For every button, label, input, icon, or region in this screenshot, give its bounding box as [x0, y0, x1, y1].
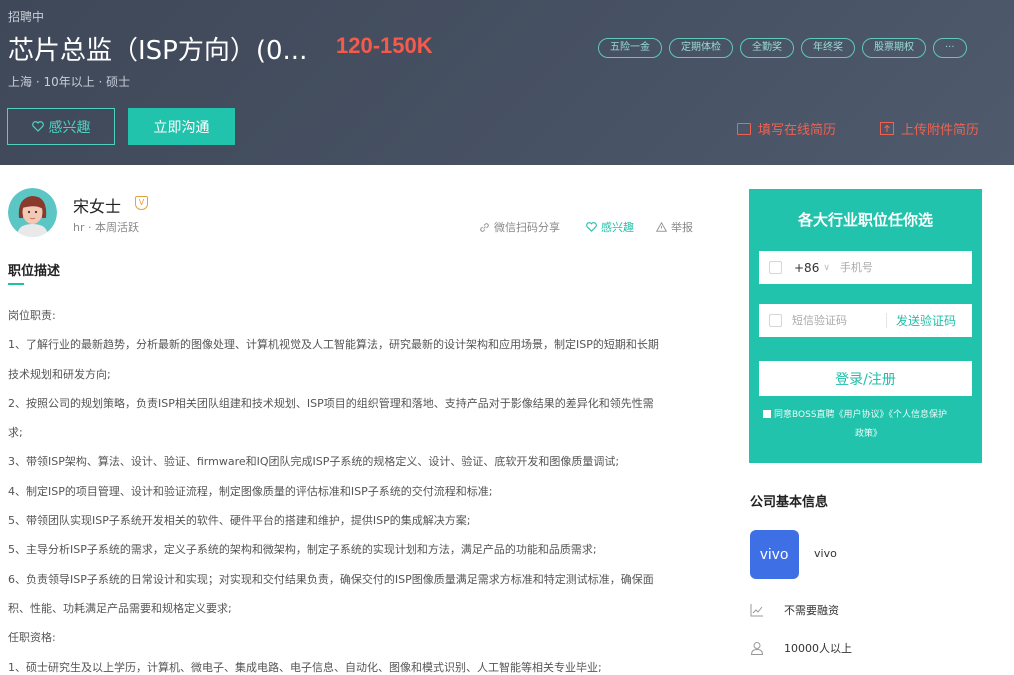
- person-icon: [750, 642, 764, 655]
- company-logo[interactable]: vivo: [750, 530, 799, 579]
- benefit-tag: 年终奖: [801, 38, 855, 58]
- job-header: 招聘中 芯片总监（ISP方向）(0... 120-150K 上海 · 10年以上…: [0, 0, 1014, 165]
- benefit-tags: 五险一金 定期体检 全勤奖 年终奖 股票期权 ···: [598, 38, 967, 58]
- chart-trend-icon: [750, 604, 763, 617]
- login-register-button[interactable]: 登录/注册: [759, 361, 972, 396]
- financing-label: 不需要融资: [784, 604, 839, 617]
- field-divider: [886, 313, 887, 328]
- salary: 120-150K: [336, 33, 433, 58]
- benefit-tag: 股票期权: [862, 38, 926, 58]
- company-financing: 不需要融资: [750, 602, 839, 618]
- description-line: 1、了解行业的最新趋势，分析最新的图像处理、计算机视觉及人工智能算法，研究最新的…: [8, 338, 659, 352]
- resume-form-icon: [737, 122, 751, 135]
- upload-resume-link[interactable]: 上传附件简历: [880, 119, 979, 138]
- benefit-tag: 五险一金: [598, 38, 662, 58]
- description-line: 4、制定ISP的项目管理、设计和验证流程，制定图像质量的评估标准和ISP子系统的…: [8, 484, 493, 498]
- company-info-title: 公司基本信息: [750, 495, 829, 510]
- description-line: 任职资格:: [8, 631, 56, 645]
- section-title-job-description: 职位描述: [8, 264, 61, 279]
- agreement-text-cont[interactable]: 政策》: [763, 425, 974, 444]
- agreement: 同意BOSS直聘《用户协议》《个人信息保护 政策》: [763, 406, 974, 444]
- link-icon: [480, 222, 489, 232]
- online-resume-link[interactable]: 填写在线简历: [737, 119, 836, 138]
- description-line: 6、负责领导ISP子系统的日常设计和实现；对实现和交付结果负责，确保交付的ISP…: [8, 572, 654, 586]
- agreement-checkbox[interactable]: [763, 410, 771, 418]
- description-line: 1、硕士研究生及以上学历，计算机、微电子、集成电路、电子信息、自动化、图像和模式…: [8, 660, 602, 674]
- send-code-button[interactable]: 发送验证码: [896, 312, 956, 329]
- verified-badge-icon: V: [135, 196, 148, 210]
- interest-button-label: 感兴趣: [48, 119, 91, 136]
- sms-code-input[interactable]: [792, 314, 882, 327]
- upload-icon: [880, 122, 894, 135]
- benefit-tag: 全勤奖: [740, 38, 794, 58]
- more-tags-button[interactable]: ···: [933, 38, 967, 58]
- company-size: 10000人以上: [750, 640, 852, 656]
- company-name[interactable]: vivo: [814, 547, 837, 560]
- upload-resume-label: 上传附件简历: [901, 123, 980, 138]
- chat-now-button[interactable]: 立即沟通: [128, 108, 235, 145]
- heart-icon: [31, 121, 44, 132]
- description-line: 5、主导分析ISP子系统的需求，定义子系统的架构和微架构，制定子系统的实现计划和…: [8, 543, 597, 557]
- share-label: 微信扫码分享: [494, 221, 560, 234]
- description-line: 岗位职责:: [8, 309, 56, 322]
- interest-link[interactable]: 感兴趣: [586, 219, 634, 235]
- job-description: 岗位职责: 1、了解行业的最新趋势，分析最新的图像处理、计算机视觉及人工智能算法…: [8, 301, 698, 675]
- recruiter-avatar: [8, 188, 57, 237]
- phone-field: +86 ∨: [759, 251, 972, 284]
- interest-button[interactable]: 感兴趣: [7, 108, 115, 145]
- description-line: 求;: [8, 426, 23, 440]
- agreement-text[interactable]: 同意BOSS直聘《用户协议》《个人信息保护: [774, 410, 947, 420]
- wechat-share-button[interactable]: 微信扫码分享: [479, 219, 560, 235]
- heart-icon: [586, 222, 597, 232]
- size-label: 10000人以上: [784, 642, 852, 655]
- description-line: 积、性能、功耗满足产品需要和规格定义要求;: [8, 601, 232, 615]
- online-resume-label: 填写在线简历: [758, 123, 837, 138]
- report-button[interactable]: 举报: [656, 219, 693, 235]
- recruiter-name: 宋女士: [73, 197, 122, 216]
- shield-icon: [769, 314, 782, 327]
- job-title: 芯片总监（ISP方向）(0...: [8, 36, 308, 66]
- sms-field: 发送验证码: [759, 304, 972, 337]
- description-line: 2、按照公司的规划策略，负责ISP相关团队组建和技术规划、ISP项目的组织管理和…: [8, 396, 654, 410]
- country-code-select[interactable]: +86: [794, 261, 819, 275]
- login-heading: 各大行业职位任你选: [797, 211, 933, 229]
- description-line: 5、带领团队实现ISP子系统开发相关的软件、硬件平台的搭建和维护，提供ISP的集…: [8, 514, 471, 528]
- interest-link-label: 感兴趣: [601, 221, 634, 234]
- phone-input[interactable]: [839, 261, 960, 274]
- report-label: 举报: [671, 221, 693, 234]
- description-line: 3、带领ISP架构、算法、设计、验证、firmware和IQ团队完成ISP子系统…: [8, 455, 620, 469]
- job-meta: 上海 · 10年以上 · 硕士: [8, 75, 131, 89]
- recruiter-meta: hr · 本周活跃: [73, 221, 139, 234]
- description-line: 技术规划和研发方向;: [8, 367, 111, 381]
- chevron-down-icon[interactable]: ∨: [823, 263, 830, 273]
- login-card: 各大行业职位任你选 +86 ∨ 发送验证码 登录/注册 同意BOSS直聘《用户协…: [749, 189, 982, 463]
- section-underline: [8, 283, 24, 285]
- phone-icon: [769, 261, 782, 274]
- hiring-status: 招聘中: [8, 10, 45, 24]
- warning-icon: [656, 222, 667, 232]
- benefit-tag: 定期体检: [669, 38, 733, 58]
